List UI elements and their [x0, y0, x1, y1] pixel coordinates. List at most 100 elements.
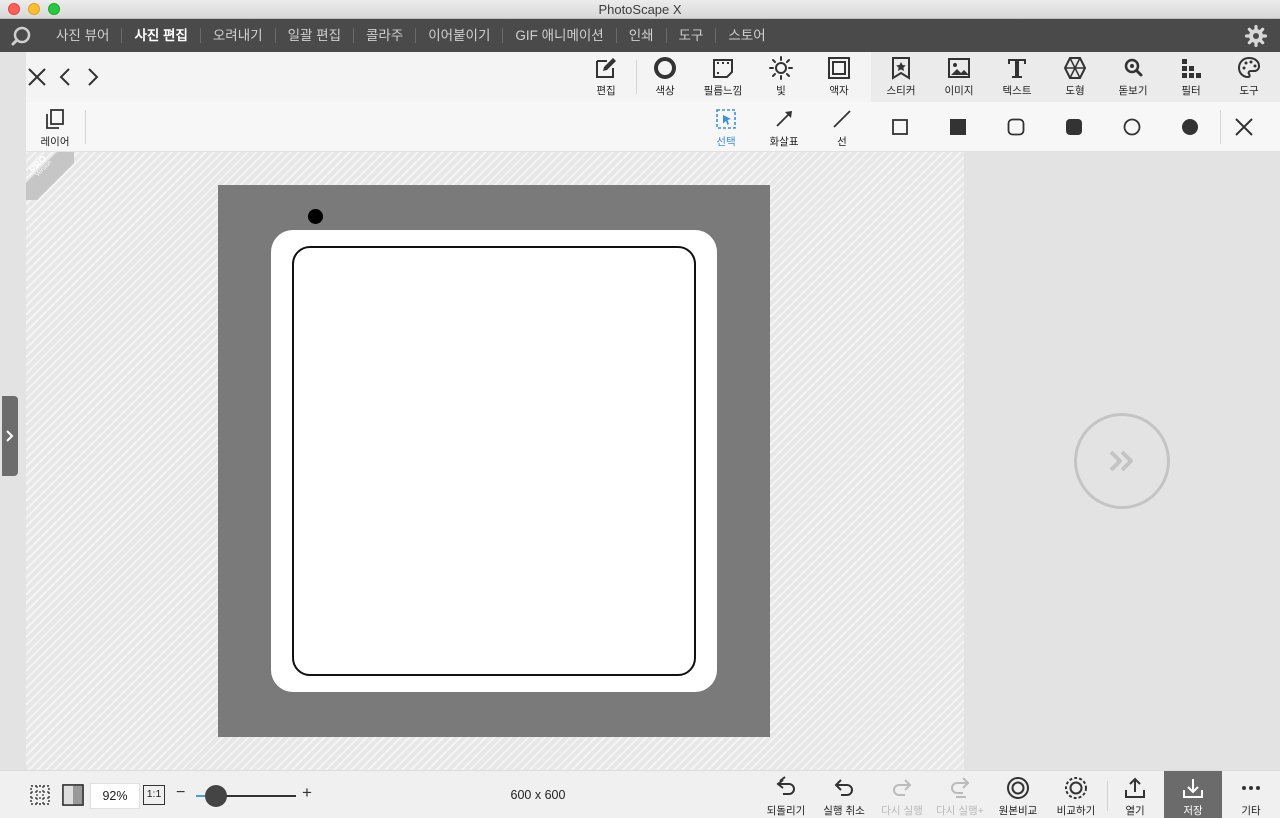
zoom-level-field[interactable]: 92%	[90, 783, 140, 809]
toolbar-text-button[interactable]: 텍스트	[988, 52, 1046, 102]
black-dot-shape[interactable]	[308, 209, 323, 224]
more-button[interactable]: 기타	[1222, 771, 1280, 818]
toolbar-image-button[interactable]: 이미지	[930, 52, 988, 102]
compare-icon	[1065, 777, 1087, 799]
background-toggle-icon[interactable]	[62, 784, 84, 806]
arrow-tool-label: 화살표	[769, 136, 799, 148]
toolbar-shape-label: 도형	[1065, 85, 1085, 97]
toolbar-tools-button[interactable]: 도구	[1220, 52, 1278, 102]
pro-version-badge: PRO Version	[26, 152, 74, 200]
nav-tabs: 사진 뷰어 사진 편집 오려내기 일괄 편집 콜라주 이어붙이기 GIF 애니메…	[44, 19, 778, 52]
tab-tools[interactable]: 도구	[667, 19, 716, 52]
star-bookmark-icon	[892, 57, 910, 80]
toolbar-filter-button[interactable]: 필터	[1162, 52, 1220, 102]
rect-outline-icon[interactable]	[889, 116, 911, 138]
tab-collage[interactable]: 콜라주	[354, 19, 415, 52]
toolbar-film-label: 필름느낌	[703, 85, 743, 97]
zoom-out-button[interactable]: −	[176, 784, 185, 802]
tab-batch-edit[interactable]: 일괄 편집	[276, 19, 353, 52]
tab-gif-animation[interactable]: GIF 애니메이션	[503, 19, 615, 52]
sun-icon	[769, 56, 793, 80]
badge-band	[26, 152, 74, 200]
app-logo-icon[interactable]	[10, 25, 32, 47]
toolbar-film-button[interactable]: 필름느낌	[694, 52, 752, 102]
double-chevron-right-icon	[1109, 450, 1133, 472]
image-icon	[948, 58, 970, 78]
tab-combine[interactable]: 이어붙이기	[416, 19, 502, 52]
revert-button[interactable]: 되돌리기	[757, 771, 815, 818]
redo-all-icon	[951, 777, 970, 798]
undo-icon	[834, 779, 853, 796]
select-icon	[716, 109, 736, 129]
toolbar-light-button[interactable]: 빛	[752, 52, 810, 102]
gear-icon[interactable]	[1245, 25, 1267, 47]
subbar-divider	[85, 110, 86, 144]
download-icon	[1183, 779, 1203, 798]
pencil-square-icon	[596, 58, 616, 78]
compare-button[interactable]: 비교하기	[1047, 771, 1105, 818]
toolbar-magnifier-button[interactable]: 돋보기	[1104, 52, 1162, 102]
undo-button[interactable]: 실행 취소	[815, 771, 873, 818]
zoom-in-button[interactable]: +	[302, 783, 312, 803]
shape-subtoolbar: 레이어 선택 화살표 선	[26, 102, 1280, 152]
toolbar-edit-label: 편집	[596, 85, 616, 97]
rounded-rect-outline-icon[interactable]	[1005, 116, 1027, 138]
sidebar-toggle-button[interactable]	[2, 396, 18, 476]
window-title: PhotoScape X	[598, 2, 682, 17]
toolbar-filter-label: 필터	[1181, 85, 1201, 97]
rounded-rect-outline-shape[interactable]	[292, 246, 696, 676]
toolbar-frame-button[interactable]: 액자	[810, 52, 868, 102]
toolbar-color-button[interactable]: 색상	[636, 52, 694, 102]
ring-icon	[654, 57, 676, 79]
save-button[interactable]: 저장	[1164, 771, 1222, 818]
layer-button[interactable]: 레이어	[26, 102, 84, 152]
toolbar-light-label: 빛	[776, 85, 786, 97]
white-rounded-shape[interactable]	[271, 230, 717, 692]
select-tool-button[interactable]: 선택	[697, 102, 755, 152]
circle-outline-icon[interactable]	[1121, 116, 1143, 138]
rounded-rect-filled-icon[interactable]	[1063, 116, 1085, 138]
zoom-slider-thumb[interactable]	[205, 785, 227, 807]
expand-panel-button[interactable]	[1074, 413, 1170, 509]
toolbar-edit-button[interactable]: 편집	[577, 52, 635, 102]
actual-size-button[interactable]: 1:1	[143, 785, 165, 805]
edit-toolbar: 편집 색상 필름느낌 빛 액자 스티커 이미지 텍스트 도형 돋보기 필터 도구	[26, 52, 1280, 102]
frame-icon	[828, 57, 850, 79]
select-tool-label: 선택	[716, 136, 736, 148]
tab-photo-viewer[interactable]: 사진 뷰어	[44, 19, 121, 52]
more-icon	[1242, 786, 1260, 790]
arrow-tool-button[interactable]: 화살표	[755, 102, 813, 152]
compare-original-button[interactable]: 원본비교	[989, 771, 1047, 818]
chevron-right-icon[interactable]	[82, 66, 104, 88]
chevron-left-icon[interactable]	[54, 66, 76, 88]
magnifier-icon	[1124, 58, 1143, 77]
line-tool-label: 선	[837, 136, 847, 148]
close-icon[interactable]	[1233, 116, 1255, 138]
bottom-bar: 92% 1:1 − + 600 x 600 되돌리기 실행 취소 다시 실행 다…	[0, 770, 1280, 818]
main-nav: 사진 뷰어 사진 편집 오려내기 일괄 편집 콜라주 이어붙이기 GIF 애니메…	[0, 19, 1280, 52]
film-icon	[713, 59, 733, 78]
toolbar-sticker-button[interactable]: 스티커	[872, 52, 930, 102]
photo-canvas[interactable]	[218, 185, 770, 737]
redo-button[interactable]: 다시 실행	[873, 771, 931, 818]
rect-filled-icon[interactable]	[947, 116, 969, 138]
toolbar-shape-button[interactable]: 도형	[1046, 52, 1104, 102]
grid-toggle-icon[interactable]	[29, 784, 51, 806]
circle-filled-icon[interactable]	[1179, 116, 1201, 138]
toolbar-color-label: 색상	[655, 85, 675, 97]
tab-print[interactable]: 인쇄	[617, 19, 666, 52]
tab-photo-editor[interactable]: 사진 편집	[122, 19, 199, 52]
redo-icon	[893, 779, 912, 796]
tab-store[interactable]: 스토어	[716, 19, 777, 52]
toolbar-frame-label: 액자	[829, 85, 849, 97]
compare-original-icon	[1007, 777, 1029, 799]
tab-cut-out[interactable]: 오려내기	[201, 19, 275, 52]
open-button[interactable]: 열기	[1106, 771, 1164, 818]
palette-icon	[1237, 56, 1261, 79]
toolbar-insert-group: 스티커 이미지 텍스트 도형 돋보기 필터 도구	[871, 52, 1280, 102]
toolbar-sticker-label: 스티커	[886, 85, 916, 97]
line-icon	[833, 110, 851, 128]
line-tool-button[interactable]: 선	[813, 102, 871, 152]
close-icon[interactable]	[26, 66, 48, 88]
redo-all-button[interactable]: 다시 실행+	[931, 771, 989, 818]
